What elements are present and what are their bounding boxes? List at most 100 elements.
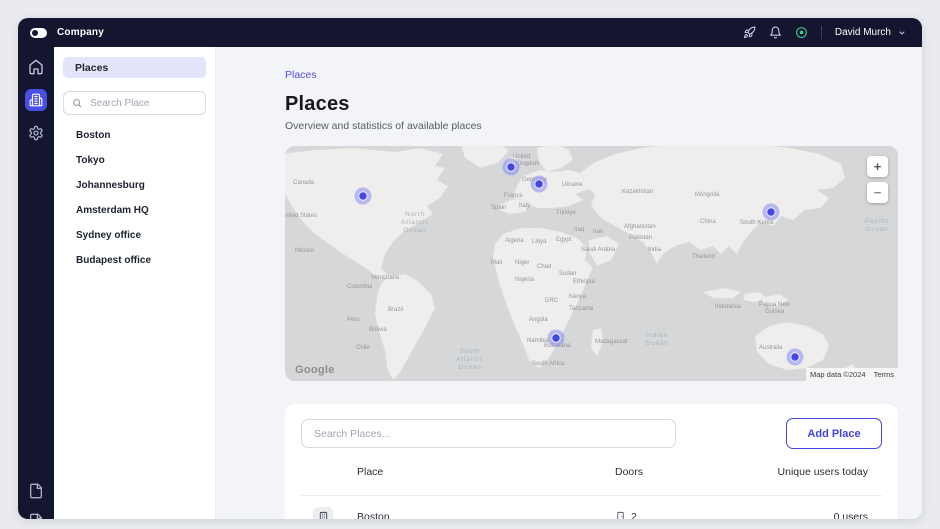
place-list: Boston Tokyo Johannesburg Amsterdam HQ Sydne…	[63, 123, 206, 273]
map-label: Nigeria	[515, 277, 535, 283]
settings-gear-icon[interactable]	[28, 125, 44, 141]
map-label: Chad	[537, 264, 551, 270]
sidebar-place-budapest-office[interactable]: Budapest office	[63, 248, 206, 273]
places-map[interactable]: Canada United States Mexico Venezuela Colomb…	[285, 146, 898, 381]
map-label: Ocean	[865, 226, 888, 233]
map-label: Kenya	[569, 294, 587, 300]
map-label: Ethiopia	[573, 279, 595, 285]
map-label: United	[513, 154, 530, 160]
sidebar-search-input[interactable]	[88, 96, 197, 110]
column-header-users: Unique users today	[777, 466, 868, 478]
zoom-in-button[interactable]: +	[867, 156, 888, 177]
map-label: Mexico	[295, 248, 315, 254]
user-name: David Murch	[834, 27, 891, 38]
sidebar-place-amsterdam-hq[interactable]: Amsterdam HQ	[63, 198, 206, 223]
map-label: North	[405, 211, 425, 218]
map-label: Brazil	[388, 307, 403, 313]
map-label: Indian	[646, 332, 669, 339]
place-name-cell: Boston	[357, 510, 390, 520]
user-menu[interactable]: David Murch	[835, 27, 906, 38]
pages-icon[interactable]	[28, 513, 44, 519]
app-window: Company David Murch Places Search Place …	[18, 18, 922, 519]
map-label: Canada	[293, 180, 315, 186]
map-marker[interactable]	[786, 348, 804, 366]
rocket-icon[interactable]	[743, 26, 756, 39]
sidebar-place-boston[interactable]: Boston	[63, 123, 206, 148]
map-label: South Korea	[740, 220, 774, 226]
chevron-down-icon	[898, 29, 906, 37]
topbar-divider	[820, 26, 822, 39]
main-content: Places Places Overview and statistics of…	[216, 47, 922, 519]
map-label: Libya	[532, 239, 547, 245]
map-label: Pacific	[865, 218, 890, 225]
places-nav-icon[interactable]	[25, 89, 47, 111]
map-label: Peru	[347, 317, 360, 323]
breadcrumb[interactable]: Places	[285, 69, 898, 81]
document-icon[interactable]	[28, 483, 44, 499]
map-label: Iraq	[574, 227, 584, 233]
map-label: Australia	[759, 345, 783, 351]
home-icon[interactable]	[28, 59, 44, 75]
map-zoom-controls: + −	[867, 156, 888, 203]
map-label: Kazakhstan	[622, 189, 653, 195]
map-label: Papua New	[759, 302, 791, 308]
sidebar-place-tokyo[interactable]: Tokyo	[63, 148, 206, 173]
map-label: Spain	[491, 205, 506, 211]
sidebar-search-box[interactable]	[63, 91, 206, 115]
column-header-doors: Doors	[615, 466, 644, 478]
add-place-button[interactable]: Add Place	[786, 418, 882, 449]
map-label: Atlantic	[401, 219, 429, 226]
map-label: United States	[285, 213, 317, 219]
sidebar: Places BostonTokyoJohannesburgAmsterdam …	[54, 47, 216, 519]
map-label: South Africa	[532, 361, 565, 367]
map-label: Ukraine	[562, 182, 583, 188]
map-label: Pakistan	[629, 235, 652, 241]
sidebar-item-places[interactable]: Places	[63, 57, 206, 78]
google-logo: Google	[295, 364, 335, 376]
map-label: Thailand	[692, 254, 715, 260]
map-label: Niger	[515, 260, 529, 266]
status-online-icon[interactable]	[795, 26, 808, 39]
map-label: Atlantic	[456, 356, 484, 363]
sidebar-place-sydney-office[interactable]: Sydney office	[63, 223, 206, 248]
users-cell: 0 users	[833, 510, 868, 520]
map-marker[interactable]	[530, 175, 548, 193]
map-label: Guinea	[765, 309, 785, 315]
map-label: Ocean	[403, 227, 426, 234]
map-label: Kingdom	[516, 161, 540, 167]
map-marker[interactable]	[547, 329, 565, 347]
places-search-box[interactable]	[301, 419, 676, 448]
map-label: India	[648, 247, 662, 253]
building-icon	[313, 506, 333, 519]
places-table-body: Boston 2 0 users	[301, 495, 882, 519]
map-label: Iran	[593, 229, 603, 235]
map-label: Ocean	[458, 364, 481, 371]
map-label: France	[504, 193, 523, 199]
map-label: Ocean	[645, 340, 668, 347]
map-marker[interactable]	[502, 158, 520, 176]
page-subtitle: Overview and statistics of available pla…	[285, 120, 482, 132]
map-label: Türkiye	[556, 210, 576, 216]
map-label: Indonesia	[715, 304, 742, 310]
map-attribution: Map data ©2024	[806, 368, 870, 381]
map-marker[interactable]	[762, 203, 780, 221]
sidebar-place-johannesburg[interactable]: Johannesburg	[63, 173, 206, 198]
map-label: Italy	[519, 203, 530, 209]
map-marker[interactable]	[354, 187, 372, 205]
table-header: Place Doors Unique users today	[301, 449, 882, 495]
map-terms-link[interactable]: Terms	[869, 368, 898, 381]
map-label: Colombia	[347, 284, 373, 290]
search-icon	[72, 98, 82, 108]
places-search-input[interactable]	[312, 426, 665, 441]
bell-icon[interactable]	[769, 26, 782, 39]
world-map: Canada United States Mexico Venezuela Colomb…	[285, 146, 898, 381]
map-label: China	[700, 219, 716, 225]
zoom-out-button[interactable]: −	[867, 182, 888, 203]
door-icon	[615, 511, 626, 519]
map-label: Venezuela	[371, 275, 400, 281]
map-label: Mali	[491, 260, 502, 266]
table-row[interactable]: Boston 2 0 users	[301, 495, 882, 519]
page-title: Places	[285, 93, 350, 115]
map-label: South	[460, 348, 481, 355]
map-label: Egypt	[556, 237, 572, 243]
